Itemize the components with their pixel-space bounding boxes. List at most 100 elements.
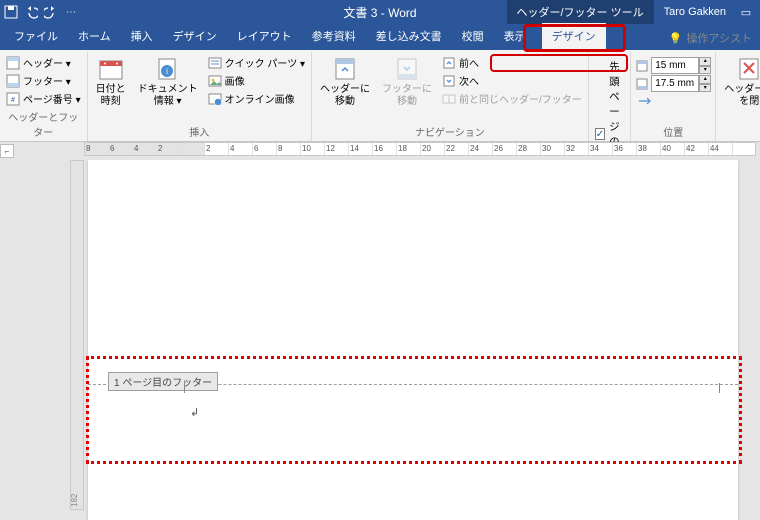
- group-options: 先頭ページのみ別指定 奇数/偶数ページ別指定 文書内のテキストを表示 オプション: [589, 52, 631, 141]
- left-margin-marker: [184, 383, 185, 393]
- close-header-footer-button[interactable]: ヘッダーと を閉: [720, 54, 760, 141]
- tab-review[interactable]: 校閲: [452, 23, 494, 50]
- ribbon: ヘッダー ▾ フッター ▾ # ページ番号 ▾ ヘッダーとフッター 日付と 時刻 …: [0, 50, 760, 142]
- group-position: ▴▾ ▴▾ 位置: [631, 52, 716, 141]
- tab-references[interactable]: 参考資料: [302, 23, 366, 50]
- svg-text:#: #: [11, 97, 15, 104]
- date-time-button[interactable]: 日付と 時刻: [92, 54, 130, 123]
- user-name[interactable]: Taro Gakken: [654, 2, 736, 22]
- horizontal-ruler[interactable]: 8642246810121416182022242628303234363840…: [84, 142, 756, 156]
- footer-from-bottom-spinner[interactable]: ▴▾: [635, 75, 711, 92]
- footer-from-bottom-input[interactable]: [651, 75, 699, 92]
- link-previous-icon: [442, 92, 456, 106]
- date-time-label: 日付と 時刻: [96, 84, 126, 107]
- quick-parts-icon: [208, 56, 222, 70]
- group-name-position: 位置: [635, 123, 711, 141]
- spinner-down-icon[interactable]: ▾: [699, 84, 711, 93]
- undo-icon[interactable]: [24, 5, 38, 19]
- header-icon: [6, 56, 20, 70]
- document-info-icon: i: [153, 56, 183, 82]
- header-label: ヘッダー ▾: [23, 55, 71, 70]
- group-name-navigation: ナビゲーション: [316, 123, 584, 141]
- group-header-footer: ヘッダー ▾ フッター ▾ # ページ番号 ▾ ヘッダーとフッター: [0, 52, 88, 141]
- header-dropdown[interactable]: ヘッダー ▾: [4, 54, 83, 71]
- document-area: 1 ページ目のフッター ↲ 182: [0, 160, 760, 520]
- close-label: ヘッダーと を閉: [724, 84, 760, 107]
- picture-button[interactable]: 画像: [206, 72, 307, 89]
- right-margin-marker: [719, 383, 720, 393]
- header-from-top-input[interactable]: [651, 57, 699, 74]
- tab-file[interactable]: ファイル: [4, 23, 68, 50]
- tab-view[interactable]: 表示: [494, 23, 536, 50]
- goto-footer-label: フッターに 移動: [382, 84, 432, 107]
- goto-footer-icon: [392, 56, 422, 82]
- footer-label: フッター ▾: [23, 73, 71, 88]
- page-number-dropdown[interactable]: # ページ番号 ▾: [4, 90, 83, 107]
- header-distance-icon: [635, 59, 649, 73]
- group-name-hf: ヘッダーとフッター: [4, 108, 83, 141]
- next-button[interactable]: 次へ: [440, 72, 584, 89]
- tab-mailings[interactable]: 差し込み文書: [366, 23, 452, 50]
- next-label: 次へ: [459, 73, 479, 88]
- title-bar: ⋯ 文書 3 - Word ヘッダー/フッター ツール Taro Gakken …: [0, 0, 760, 24]
- page[interactable]: 1 ページ目のフッター ↲: [88, 160, 738, 520]
- tell-me-placeholder: 操作アシスト: [686, 30, 752, 46]
- spinner-up-icon[interactable]: ▴: [699, 57, 711, 66]
- ribbon-display-options-icon[interactable]: ▭: [736, 6, 756, 19]
- checkbox-icon: [595, 128, 605, 140]
- online-picture-label: オンライン画像: [225, 91, 295, 106]
- tab-home[interactable]: ホーム: [68, 23, 121, 50]
- previous-button[interactable]: 前へ: [440, 54, 584, 71]
- picture-label: 画像: [225, 73, 245, 88]
- svg-text:i: i: [166, 67, 168, 76]
- page-number-icon: #: [6, 92, 20, 106]
- goto-header-label: ヘッダーに 移動: [320, 84, 370, 107]
- redo-icon[interactable]: [44, 5, 58, 19]
- quick-parts-dropdown[interactable]: クイック パーツ ▾: [206, 54, 307, 71]
- tab-header-footer-design[interactable]: デザイン: [542, 23, 606, 50]
- online-picture-button[interactable]: オンライン画像: [206, 90, 307, 107]
- alignment-tab-icon: [637, 94, 651, 108]
- page-side-number: 182: [70, 494, 79, 507]
- ruler-bar: ⌐ 86422468101214161820222426283032343638…: [0, 142, 760, 160]
- tab-design[interactable]: デザイン: [163, 23, 227, 50]
- group-insert: 日付と 時刻 i ドキュメント 情報 ▾ クイック パーツ ▾ 画像 オンライン…: [88, 52, 312, 141]
- goto-header-icon: [330, 56, 360, 82]
- contextual-tab-label: ヘッダー/フッター ツール: [507, 0, 654, 24]
- goto-header-button[interactable]: ヘッダーに 移動: [316, 54, 374, 123]
- page-number-label: ページ番号 ▾: [23, 91, 81, 106]
- previous-icon: [442, 56, 456, 70]
- spinner-up-icon[interactable]: ▴: [699, 75, 711, 84]
- save-icon[interactable]: [4, 5, 18, 19]
- ribbon-tabstrip: ファイル ホーム 挿入 デザイン レイアウト 参考資料 差し込み文書 校閲 表示…: [0, 24, 760, 50]
- paragraph-mark-icon: ↲: [190, 406, 199, 419]
- link-previous-label: 前と同じヘッダー/フッター: [459, 91, 582, 106]
- footer-section-tag: 1 ページ目のフッター: [108, 372, 218, 391]
- tab-insert[interactable]: 挿入: [121, 23, 163, 50]
- footer-icon: [6, 74, 20, 88]
- tab-selector[interactable]: ⌐: [0, 144, 14, 158]
- lightbulb-icon: 💡: [669, 32, 683, 45]
- document-info-button[interactable]: i ドキュメント 情報 ▾: [134, 54, 202, 123]
- goto-footer-button: フッターに 移動: [378, 54, 436, 123]
- group-name-insert: 挿入: [92, 123, 307, 141]
- header-from-top-spinner[interactable]: ▴▾: [635, 57, 711, 74]
- tab-layout[interactable]: レイアウト: [227, 23, 302, 50]
- next-icon: [442, 74, 456, 88]
- calendar-icon: [96, 56, 126, 82]
- spinner-down-icon[interactable]: ▾: [699, 66, 711, 75]
- picture-icon: [208, 74, 222, 88]
- quick-parts-label: クイック パーツ ▾: [225, 55, 305, 70]
- qat-customize-icon[interactable]: ⋯: [64, 5, 78, 19]
- online-picture-icon: [208, 92, 222, 106]
- document-info-label: ドキュメント 情報 ▾: [138, 84, 198, 107]
- group-close: ヘッダーと を閉: [716, 52, 760, 141]
- tell-me-search[interactable]: 💡 操作アシスト: [665, 26, 756, 50]
- footer-dropdown[interactable]: フッター ▾: [4, 72, 83, 89]
- close-icon: [734, 56, 760, 82]
- group-navigation: ヘッダーに 移動 フッターに 移動 前へ 次へ 前と同じヘッダー/フッター ナビ…: [312, 52, 589, 141]
- link-previous-button: 前と同じヘッダー/フッター: [440, 90, 584, 107]
- insert-alignment-tab-button[interactable]: [635, 93, 711, 109]
- footer-distance-icon: [635, 77, 649, 91]
- vertical-ruler[interactable]: [70, 160, 84, 510]
